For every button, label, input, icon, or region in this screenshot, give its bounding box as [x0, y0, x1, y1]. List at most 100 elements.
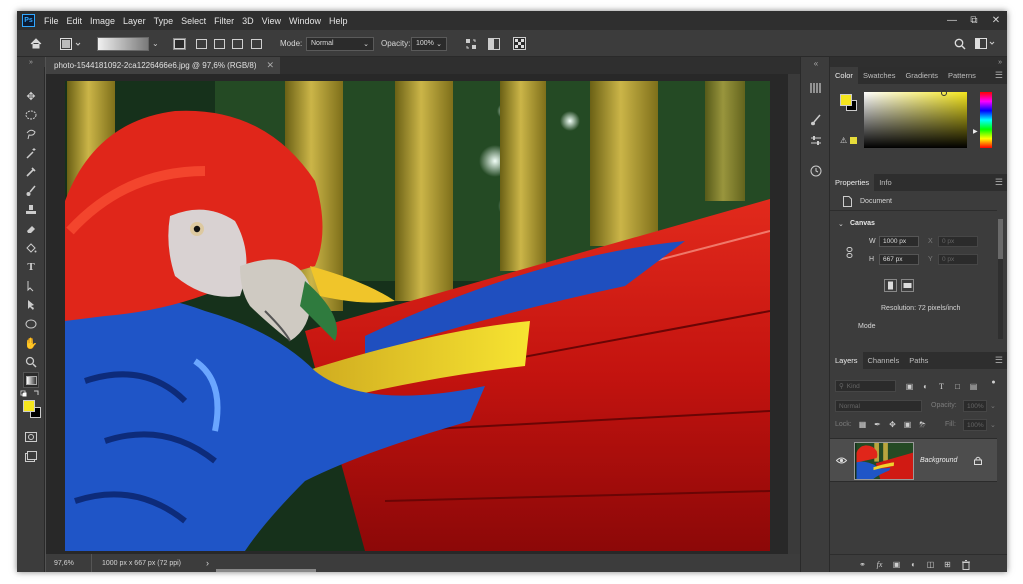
- transparency-icon[interactable]: [513, 30, 526, 57]
- foreground-color-swatch[interactable]: [23, 400, 35, 412]
- color-field[interactable]: [864, 90, 967, 148]
- add-mask-icon[interactable]: ▣: [891, 559, 902, 570]
- layer-lock-icon[interactable]: [972, 455, 983, 466]
- linear-gradient-icon[interactable]: [173, 30, 186, 57]
- mode-dropdown[interactable]: Normal ⌄: [306, 30, 374, 57]
- panel-menu-icon[interactable]: ☰: [995, 67, 1003, 84]
- fill-field[interactable]: 100%: [963, 419, 987, 431]
- x-field[interactable]: 0 px: [938, 236, 978, 247]
- magic-wand-tool-icon[interactable]: [24, 146, 38, 160]
- eraser-tool-icon[interactable]: [24, 222, 38, 236]
- filter-pixel-icon[interactable]: ▣: [904, 381, 915, 392]
- layer-filter-kind[interactable]: ⚲ Kind: [835, 380, 896, 392]
- menu-filter[interactable]: Filter: [210, 16, 238, 26]
- panel-menu-icon[interactable]: ☰: [995, 174, 1003, 191]
- radial-gradient-icon[interactable]: [196, 30, 207, 57]
- status-menu-icon[interactable]: ›: [206, 554, 209, 572]
- gradient-picker[interactable]: ⌄: [97, 30, 159, 57]
- panel-menu-icon[interactable]: ☰: [995, 352, 1003, 369]
- diamond-gradient-icon[interactable]: [251, 30, 262, 57]
- menu-layer[interactable]: Layer: [119, 16, 150, 26]
- brush-settings-icon[interactable]: [809, 113, 823, 127]
- new-layer-icon[interactable]: ⊞: [942, 559, 953, 570]
- type-tool-icon[interactable]: T: [24, 260, 38, 274]
- trash-icon[interactable]: [960, 559, 971, 570]
- home-icon[interactable]: [30, 30, 42, 57]
- tab-channels[interactable]: Channels: [863, 352, 905, 369]
- lock-artboard-icon[interactable]: ▣: [902, 419, 913, 430]
- layer-name[interactable]: Background: [920, 457, 957, 464]
- expand-chevron-icon[interactable]: ⌄: [838, 220, 844, 228]
- stamp-tool-icon[interactable]: [24, 203, 38, 217]
- horizontal-scrollbar[interactable]: [216, 568, 316, 572]
- direct-selection-tool-icon[interactable]: [24, 298, 38, 312]
- tab-info[interactable]: Info: [874, 174, 897, 191]
- portrait-orientation-icon[interactable]: [884, 279, 897, 292]
- chevron-down-icon[interactable]: ⌄: [152, 39, 159, 48]
- tab-patterns[interactable]: Patterns: [943, 67, 981, 84]
- adjustments-icon[interactable]: [809, 134, 823, 148]
- filter-type-icon[interactable]: T: [936, 381, 947, 392]
- collapse-icon[interactable]: «: [809, 57, 823, 69]
- brush-tool-icon[interactable]: [24, 184, 38, 198]
- tab-color[interactable]: Color: [830, 67, 858, 84]
- menu-view[interactable]: View: [258, 16, 285, 26]
- y-field[interactable]: 0 px: [938, 254, 978, 265]
- properties-scrollbar[interactable]: [998, 219, 1003, 339]
- screen-mode-icon[interactable]: [24, 449, 38, 463]
- menu-file[interactable]: File: [40, 16, 63, 26]
- reflected-gradient-icon[interactable]: [232, 30, 243, 57]
- restore-icon[interactable]: ⧉: [963, 11, 985, 30]
- width-field[interactable]: 1000 px: [879, 236, 919, 247]
- opacity-dropdown[interactable]: 100% ⌄: [411, 30, 447, 57]
- close-icon[interactable]: ✕: [985, 11, 1007, 30]
- dither-icon[interactable]: [488, 30, 500, 57]
- zoom-tool-icon[interactable]: [24, 355, 38, 369]
- fx-icon[interactable]: fx: [874, 559, 885, 570]
- tab-gradients[interactable]: Gradients: [900, 67, 943, 84]
- lock-all-icon[interactable]: ⛈: [917, 419, 928, 430]
- lock-transparent-icon[interactable]: ▦: [857, 419, 868, 430]
- hue-slider-handle-icon[interactable]: ▶: [973, 128, 978, 135]
- filter-adjustment-icon[interactable]: ◐: [920, 381, 931, 392]
- default-colors-icon[interactable]: [20, 390, 42, 398]
- angle-gradient-icon[interactable]: [214, 30, 225, 57]
- filter-smart-object-icon[interactable]: ▤: [968, 381, 979, 392]
- menu-image[interactable]: Image: [86, 16, 119, 26]
- lasso-tool-icon[interactable]: [24, 127, 38, 141]
- zoom-level[interactable]: 97,6%: [54, 554, 74, 572]
- menu-type[interactable]: Type: [150, 16, 178, 26]
- landscape-orientation-icon[interactable]: [901, 279, 914, 292]
- tab-properties[interactable]: Properties: [830, 174, 875, 191]
- menu-help[interactable]: Help: [325, 16, 352, 26]
- close-tab-icon[interactable]: ✕: [266, 60, 274, 71]
- dock-collapse-icon[interactable]: »: [830, 57, 1007, 67]
- gamut-swatch[interactable]: [850, 137, 857, 144]
- gradient-tool-icon[interactable]: [23, 372, 39, 388]
- layer-row[interactable]: Background: [830, 438, 997, 482]
- hue-slider[interactable]: [980, 92, 992, 148]
- filter-toggle-icon[interactable]: ●: [988, 377, 999, 388]
- ellipse-tool-icon[interactable]: [24, 317, 38, 331]
- path-selection-tool-icon[interactable]: [24, 279, 38, 293]
- canvas-area[interactable]: [46, 74, 800, 554]
- filter-shape-icon[interactable]: □: [952, 381, 963, 392]
- hand-tool-icon[interactable]: ✋: [24, 336, 38, 350]
- layer-opacity-field[interactable]: 100%: [963, 400, 987, 412]
- minimize-icon[interactable]: —: [941, 11, 963, 30]
- eyedropper-tool-icon[interactable]: [24, 165, 38, 179]
- lock-position-icon[interactable]: ✥: [887, 419, 898, 430]
- chevron-down-icon[interactable]: ⌄: [990, 402, 996, 410]
- menu-select[interactable]: Select: [177, 16, 210, 26]
- link-layers-icon[interactable]: ⚭: [857, 559, 868, 570]
- toolbar-collapse-icon[interactable]: »: [17, 57, 45, 67]
- chevron-down-icon[interactable]: ⌄: [990, 421, 996, 429]
- quick-mask-icon[interactable]: [24, 430, 38, 444]
- marquee-tool-icon[interactable]: [24, 108, 38, 122]
- menu-3d[interactable]: 3D: [238, 16, 258, 26]
- menu-window[interactable]: Window: [285, 16, 325, 26]
- blend-mode-dropdown[interactable]: Normal: [835, 400, 922, 412]
- height-field[interactable]: 667 px: [879, 254, 919, 265]
- visibility-eye-icon[interactable]: [835, 455, 847, 466]
- color-panel-foreground-swatch[interactable]: [840, 94, 852, 106]
